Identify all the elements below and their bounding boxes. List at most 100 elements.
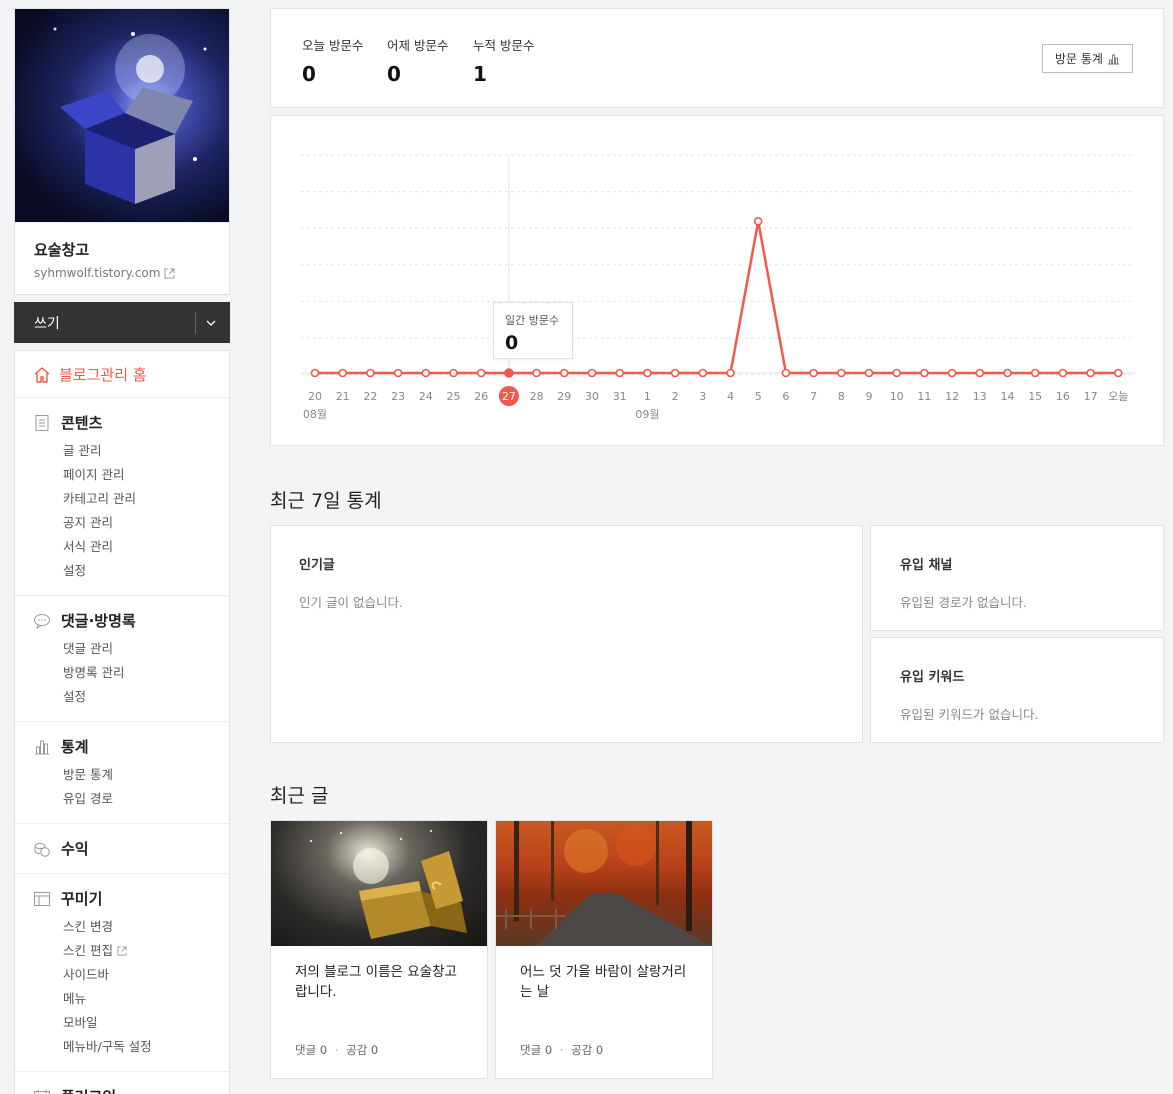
write-label[interactable]: 쓰기 bbox=[34, 313, 60, 333]
post-thumbnail[interactable] bbox=[496, 821, 712, 946]
referral-channel-empty: 유입된 경로가 없습니다. bbox=[900, 595, 1027, 610]
post-likes: 공감 0 bbox=[571, 1043, 604, 1057]
popular-posts-card: 인기글 인기 글이 없습니다. bbox=[270, 525, 863, 743]
tick-label: 30 bbox=[585, 390, 599, 403]
tick-label: 22 bbox=[363, 390, 377, 403]
data-point bbox=[975, 368, 985, 378]
menu-item-referrers[interactable]: 유입 경로 bbox=[63, 787, 211, 811]
stat-total-value: 1 bbox=[473, 62, 487, 86]
post-title[interactable]: 저의 블로그 이름은 요술창고랍니다. bbox=[271, 946, 487, 1002]
tooltip-value: 0 bbox=[505, 332, 519, 354]
document-icon bbox=[35, 414, 49, 431]
post-meta: 댓글 0 · 공감 0 bbox=[295, 1043, 379, 1057]
month-label: 08월 bbox=[303, 408, 327, 421]
menu-title-revenue[interactable]: 수익 bbox=[61, 838, 89, 859]
menu-item-visit-stats[interactable]: 방문 통계 bbox=[63, 763, 211, 787]
profile-card: 요술창고 syhmwolf.tistory.com bbox=[14, 8, 230, 295]
magic-box-illustration bbox=[53, 27, 207, 204]
menu-item-edit-skin[interactable]: 스킨 편집 bbox=[63, 939, 211, 963]
data-point bbox=[947, 368, 957, 378]
bar-chart-icon bbox=[1107, 54, 1119, 64]
recent-posts-title: 최근 글 bbox=[270, 785, 329, 807]
menu-item-edit-skin-label[interactable]: 스킨 편집 bbox=[63, 939, 113, 963]
profile-image[interactable] bbox=[15, 9, 229, 222]
data-point bbox=[476, 368, 486, 378]
post-meta: 댓글 0 · 공감 0 bbox=[520, 1043, 604, 1057]
tick-label: 4 bbox=[727, 390, 734, 403]
tick-label: 3 bbox=[699, 390, 706, 403]
menu-title-decorate[interactable]: 꾸미기 bbox=[61, 888, 102, 909]
post-card[interactable]: 어느 덧 가을 바람이 살랑거리는 날 댓글 0 · 공감 0 bbox=[495, 820, 713, 1079]
tick-label: 24 bbox=[419, 390, 433, 403]
month-label: 09월 bbox=[635, 408, 659, 421]
tick-label: 20 bbox=[308, 390, 322, 403]
tick-label: 10 bbox=[890, 390, 904, 403]
data-point bbox=[698, 368, 708, 378]
recent-7days-title: 최근 7일 통계 bbox=[270, 490, 382, 512]
external-link-icon bbox=[117, 946, 127, 956]
menu-item-menubar-subscribe[interactable]: 메뉴바/구독 설정 bbox=[63, 1035, 211, 1059]
menu-item-guestbook[interactable]: 방명록 관리 bbox=[63, 661, 211, 685]
data-point bbox=[892, 368, 902, 378]
menu-item-change-skin[interactable]: 스킨 변경 bbox=[63, 915, 211, 939]
main-content: 오늘 방문수 0 어제 방문수 0 누적 방문수 1 방문 통계 20 21 22 2… bbox=[270, 8, 1164, 1079]
coins-icon bbox=[34, 842, 50, 857]
menu-item-notices[interactable]: 공지 관리 bbox=[63, 511, 211, 535]
menu-section-revenue: 수익 bbox=[15, 824, 229, 874]
bar-chart-icon bbox=[35, 740, 49, 754]
visit-stats-button-label[interactable]: 방문 통계 bbox=[1055, 50, 1103, 67]
post-title[interactable]: 어느 덧 가을 바람이 살랑거리는 날 bbox=[496, 946, 712, 1002]
menu-item-pages[interactable]: 페이지 관리 bbox=[63, 463, 211, 487]
menu-item-comments[interactable]: 댓글 관리 bbox=[63, 637, 211, 661]
menu-title-comments[interactable]: 댓글·방명록 bbox=[61, 610, 136, 631]
chart-tooltip: 일간 방문수 0 bbox=[493, 302, 573, 359]
series-line bbox=[315, 220, 1119, 375]
data-point bbox=[532, 368, 541, 378]
blog-url-text[interactable]: syhmwolf.tistory.com bbox=[34, 266, 160, 280]
menu-item-templates[interactable]: 서식 관리 bbox=[63, 535, 211, 559]
menu-item-sidebar[interactable]: 사이드바 bbox=[63, 963, 211, 987]
autumn-road-illustration bbox=[496, 821, 712, 946]
menu-home-label[interactable]: 블로그관리 홈 bbox=[59, 364, 147, 385]
referral-keyword-empty: 유입된 키워드가 없습니다. bbox=[900, 707, 1039, 722]
stat-today-label: 오늘 방문수 bbox=[302, 38, 364, 53]
data-point bbox=[310, 368, 320, 378]
menu-item-menu[interactable]: 메뉴 bbox=[63, 987, 211, 1011]
chevron-down-icon[interactable] bbox=[206, 320, 216, 326]
post-likes: 공감 0 bbox=[346, 1043, 379, 1057]
tick-label: 7 bbox=[810, 390, 817, 403]
menu-item-comment-settings[interactable]: 설정 bbox=[63, 685, 211, 709]
menu-title-stats[interactable]: 통계 bbox=[61, 736, 89, 757]
menu-section-comments: 댓글·방명록 댓글 관리 방명록 관리 설정 bbox=[15, 596, 229, 722]
write-button[interactable]: 쓰기 bbox=[14, 302, 230, 343]
tick-label: 5 bbox=[755, 390, 762, 403]
menu-home[interactable]: 블로그관리 홈 bbox=[15, 351, 229, 398]
tick-label: 21 bbox=[336, 390, 350, 403]
menu-title-plugin[interactable]: 플러그인 bbox=[61, 1086, 116, 1094]
tick-label: 오늘 bbox=[1108, 390, 1128, 403]
data-point bbox=[449, 368, 458, 378]
menu-title-content[interactable]: 콘텐츠 bbox=[61, 412, 102, 433]
data-point bbox=[920, 368, 929, 378]
menu-section-content: 콘텐츠 글 관리 페이지 관리 카테고리 관리 공지 관리 서식 관리 설정 bbox=[15, 398, 229, 596]
data-point bbox=[809, 368, 818, 378]
blog-url[interactable]: syhmwolf.tistory.com bbox=[34, 266, 210, 280]
data-point bbox=[753, 217, 763, 226]
menu-item-posts[interactable]: 글 관리 bbox=[63, 439, 211, 463]
referral-channel-title: 유입 채널 bbox=[900, 558, 953, 573]
visit-stats-button[interactable]: 방문 통계 bbox=[1042, 44, 1133, 73]
data-point bbox=[726, 368, 735, 378]
blog-name[interactable]: 요술창고 bbox=[34, 239, 210, 260]
menu-item-categories[interactable]: 카테고리 관리 bbox=[63, 487, 211, 511]
menu-item-content-settings[interactable]: 설정 bbox=[63, 559, 211, 583]
menu-item-mobile[interactable]: 모바일 bbox=[63, 1011, 211, 1035]
post-thumbnail[interactable] bbox=[271, 821, 487, 946]
data-point bbox=[559, 368, 569, 378]
data-point bbox=[1113, 368, 1123, 378]
external-link-icon bbox=[164, 268, 175, 278]
daily-visits-chart: 20 21 22 23 24 25 26 27 28 29 30 31 1 2 3 4 5 6 7 8 9 10 11 12 1… bbox=[270, 115, 1164, 446]
tick-label: 1 bbox=[644, 390, 651, 403]
speech-bubble-icon bbox=[34, 613, 50, 629]
tick-label: 31 bbox=[613, 390, 627, 403]
post-card[interactable]: 저의 블로그 이름은 요술창고랍니다. 댓글 0 · 공감 0 bbox=[270, 820, 488, 1079]
